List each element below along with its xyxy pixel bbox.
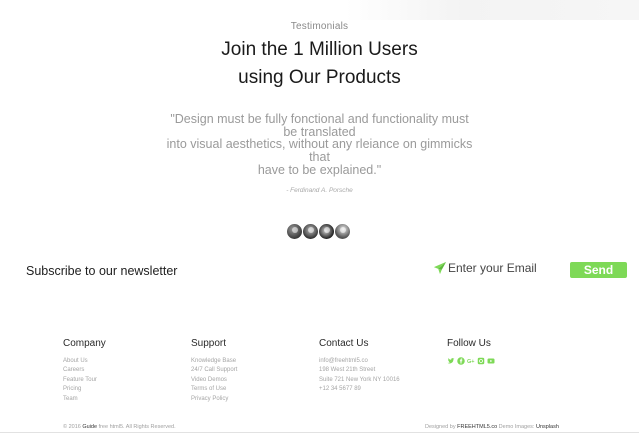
footer-link-feature-tour[interactable]: Feature Tour — [63, 376, 106, 385]
quote-line: "Design must be fully fonctional and fun… — [170, 112, 469, 126]
headline-line-2: using Our Products — [238, 67, 401, 88]
credits: Designed by FREEHTML5.co Demo Images: Un… — [425, 424, 559, 430]
quote-author: - Ferdinand A. Porsche — [286, 187, 353, 194]
footer-link-video-demos[interactable]: Video Demos — [191, 376, 237, 385]
facebook-icon[interactable] — [457, 357, 465, 365]
top-fade-decoration — [345, 0, 639, 20]
freehtml5-link[interactable]: FREEHTML5.co — [457, 424, 497, 430]
footer-support: Support Knowledge Base 24/7 Call Support… — [191, 338, 237, 404]
avatar-group — [286, 223, 351, 240]
brand-link[interactable]: Guide — [82, 424, 97, 430]
section-label: Testimonials — [290, 21, 349, 32]
footer-link-careers[interactable]: Careers — [63, 366, 106, 375]
footer-heading: Company — [63, 338, 106, 349]
send-button[interactable]: Send — [570, 262, 627, 278]
footer-link-about[interactable]: About Us — [63, 357, 106, 366]
avatar[interactable] — [286, 223, 303, 240]
contact-phone-link[interactable]: +12 34 5677 89 — [319, 385, 400, 394]
credits-mid: Demo Images: — [497, 424, 536, 430]
footer-follow: Follow Us G+ — [447, 338, 495, 365]
avatar[interactable] — [302, 223, 319, 240]
google-plus-icon[interactable]: G+ — [467, 357, 475, 365]
avatar[interactable] — [318, 223, 335, 240]
footer-contact: Contact Us info@freehtml5.co 198 West 21… — [319, 338, 400, 395]
copyright-suffix: free html5. All Rights Reserved. — [97, 424, 176, 430]
footer-heading: Follow Us — [447, 338, 491, 349]
copyright-prefix: © 2016 — [63, 424, 83, 430]
paper-plane-icon — [433, 261, 447, 275]
footer-link-pricing[interactable]: Pricing — [63, 385, 106, 394]
unsplash-link[interactable]: Unsplash — [536, 424, 559, 430]
footer-link-team[interactable]: Team — [63, 395, 106, 404]
footer-heading: Support — [191, 338, 227, 349]
youtube-icon[interactable] — [487, 357, 495, 365]
social-icons: G+ — [447, 357, 495, 365]
footer-link-terms[interactable]: Terms of Use — [191, 385, 237, 394]
quote-line: that — [309, 150, 330, 165]
newsletter-form — [433, 261, 568, 275]
newsletter-title: Subscribe to our newsletter — [26, 264, 178, 278]
copyright: © 2016 Guide free html5. All Rights Rese… — [63, 424, 176, 430]
contact-email-link[interactable]: info@freehtml5.co — [319, 357, 400, 366]
footer-link-knowledge-base[interactable]: Knowledge Base — [191, 357, 237, 366]
contact-address-line: 198 West 21th Street — [319, 367, 376, 374]
avatar[interactable] — [334, 223, 351, 240]
twitter-icon[interactable] — [447, 357, 455, 365]
svg-text:G+: G+ — [467, 359, 475, 365]
footer-link-call-support[interactable]: 24/7 Call Support — [191, 366, 237, 375]
credits-prefix: Designed by — [425, 424, 458, 430]
footer-company: Company About Us Careers Feature Tour Pr… — [63, 338, 106, 404]
headline-line-1: Join the 1 Million Users — [221, 39, 418, 60]
quote-line: have to be explained." — [257, 162, 382, 177]
email-field[interactable] — [448, 261, 568, 275]
footer-heading: Contact Us — [319, 338, 369, 349]
testimonials-headline: Join the 1 Million Users using Our Produ… — [0, 36, 639, 92]
contact-address-line: Suite 721 New York NY 10016 — [319, 376, 400, 383]
testimonial-quote: "Design must be fully fonctional and fun… — [150, 113, 489, 177]
instagram-icon[interactable] — [477, 357, 485, 365]
footer-link-privacy[interactable]: Privacy Policy — [191, 395, 237, 404]
